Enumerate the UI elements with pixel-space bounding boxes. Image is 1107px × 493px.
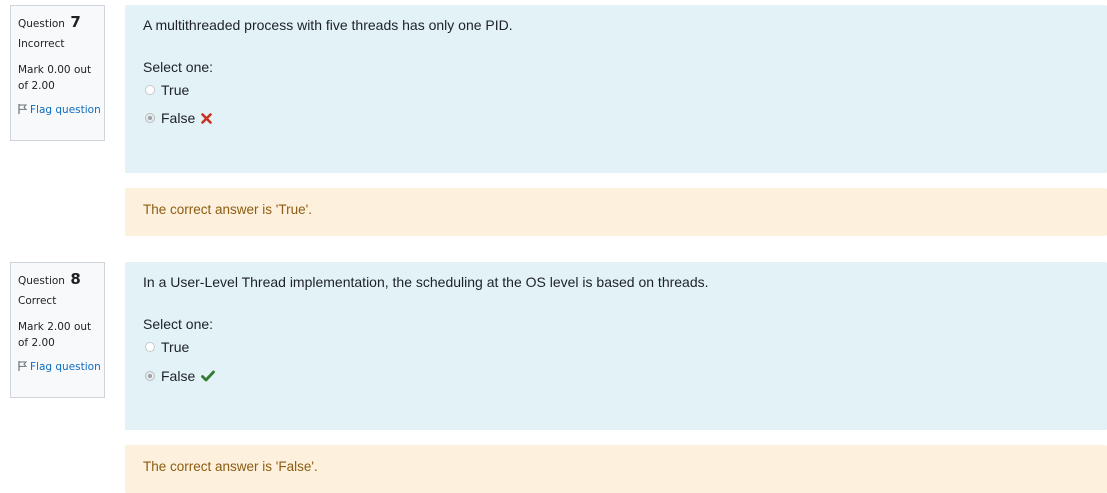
question-number: Question 8: [18, 270, 81, 288]
correct-icon: [201, 370, 216, 382]
radio-false[interactable]: [145, 113, 155, 123]
question-8: Question 8 Correct Mark 2.00 out of 2.00…: [0, 262, 1107, 493]
answer-option-false[interactable]: False: [145, 367, 216, 385]
question-formulation: In a User-Level Thread implementation, t…: [125, 262, 1107, 430]
radio-true[interactable]: [145, 85, 155, 95]
flag-question-label: Flag question: [30, 361, 101, 373]
answer-option-label: False: [161, 110, 196, 126]
answer-option-true[interactable]: True: [145, 81, 189, 99]
answer-option-true[interactable]: True: [145, 338, 189, 356]
question-state: Correct: [18, 295, 57, 307]
radio-true[interactable]: [145, 342, 155, 352]
question-info: Question 7 Incorrect Mark 0.00 out of 2.…: [10, 5, 105, 141]
flag-question-link[interactable]: Flag question: [18, 359, 102, 375]
correct-answer-feedback: The correct answer is 'True'.: [125, 188, 1107, 236]
question-formulation: A multithreaded process with five thread…: [125, 5, 1107, 173]
flag-icon: [18, 361, 28, 371]
flag-icon: [18, 104, 28, 114]
feedback-text: The correct answer is 'False'.: [143, 459, 318, 474]
question-number: Question 7: [18, 13, 81, 31]
incorrect-icon: [201, 112, 213, 124]
question-state: Incorrect: [18, 38, 65, 50]
flag-question-link[interactable]: Flag question: [18, 102, 102, 118]
answer-option-label: True: [161, 82, 190, 98]
question-grade: Mark 0.00 out of 2.00: [18, 64, 92, 92]
question-number-value: 8: [70, 270, 81, 288]
question-number-value: 7: [70, 13, 81, 31]
correct-answer-feedback: The correct answer is 'False'.: [125, 445, 1107, 493]
radio-false[interactable]: [145, 371, 155, 381]
question-7: Question 7 Incorrect Mark 0.00 out of 2.…: [0, 5, 1107, 236]
question-info: Question 8 Correct Mark 2.00 out of 2.00…: [10, 262, 105, 398]
question-label: Question: [18, 18, 65, 30]
flag-question-label: Flag question: [30, 104, 101, 116]
feedback-text: The correct answer is 'True'.: [143, 202, 312, 217]
answer-option-label: True: [161, 339, 190, 355]
question-text: In a User-Level Thread implementation, t…: [143, 274, 709, 290]
question-grade: Mark 2.00 out of 2.00: [18, 321, 92, 349]
question-text: A multithreaded process with five thread…: [143, 17, 513, 33]
select-prompt: Select one:: [143, 316, 214, 332]
select-prompt: Select one:: [143, 59, 214, 75]
question-label: Question: [18, 275, 65, 287]
answer-option-false[interactable]: False: [145, 109, 213, 127]
answer-option-label: False: [161, 368, 196, 384]
